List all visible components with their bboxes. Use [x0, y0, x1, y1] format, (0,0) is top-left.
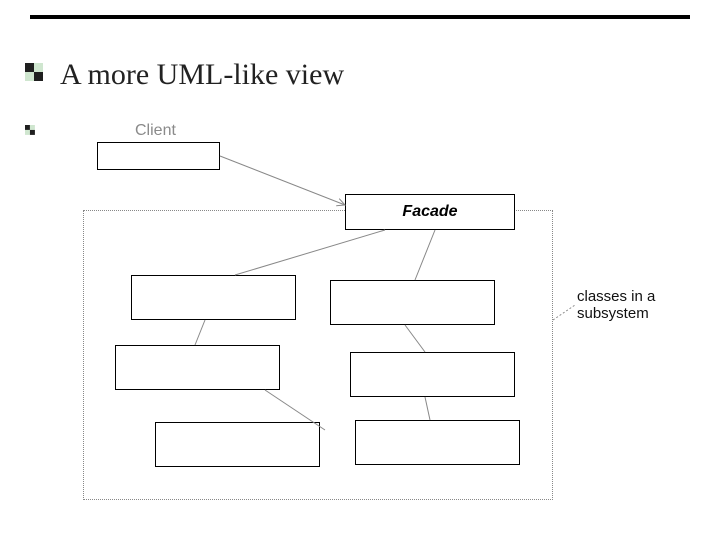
subsystem-class-box: [330, 280, 495, 325]
top-divider: [30, 15, 690, 19]
subsystem-class-box: [115, 345, 280, 390]
subsystem-class-box: [355, 420, 520, 465]
bullet-icon: [25, 125, 35, 135]
client-box: [97, 142, 220, 170]
facade-box: Facade: [345, 194, 515, 230]
uml-diagram: Client Facade classes in a subsystem: [35, 120, 695, 520]
client-label: Client: [135, 122, 176, 140]
annotation-line: subsystem: [577, 305, 649, 322]
subsystem-class-box: [131, 275, 296, 320]
page-title: A more UML-like view: [60, 58, 344, 92]
annotation-line: classes in a: [577, 288, 655, 305]
subsystem-annotation: classes in a subsystem: [577, 288, 655, 323]
bullet-icon: [25, 63, 43, 81]
subsystem-class-box: [155, 422, 320, 467]
subsystem-class-box: [350, 352, 515, 397]
